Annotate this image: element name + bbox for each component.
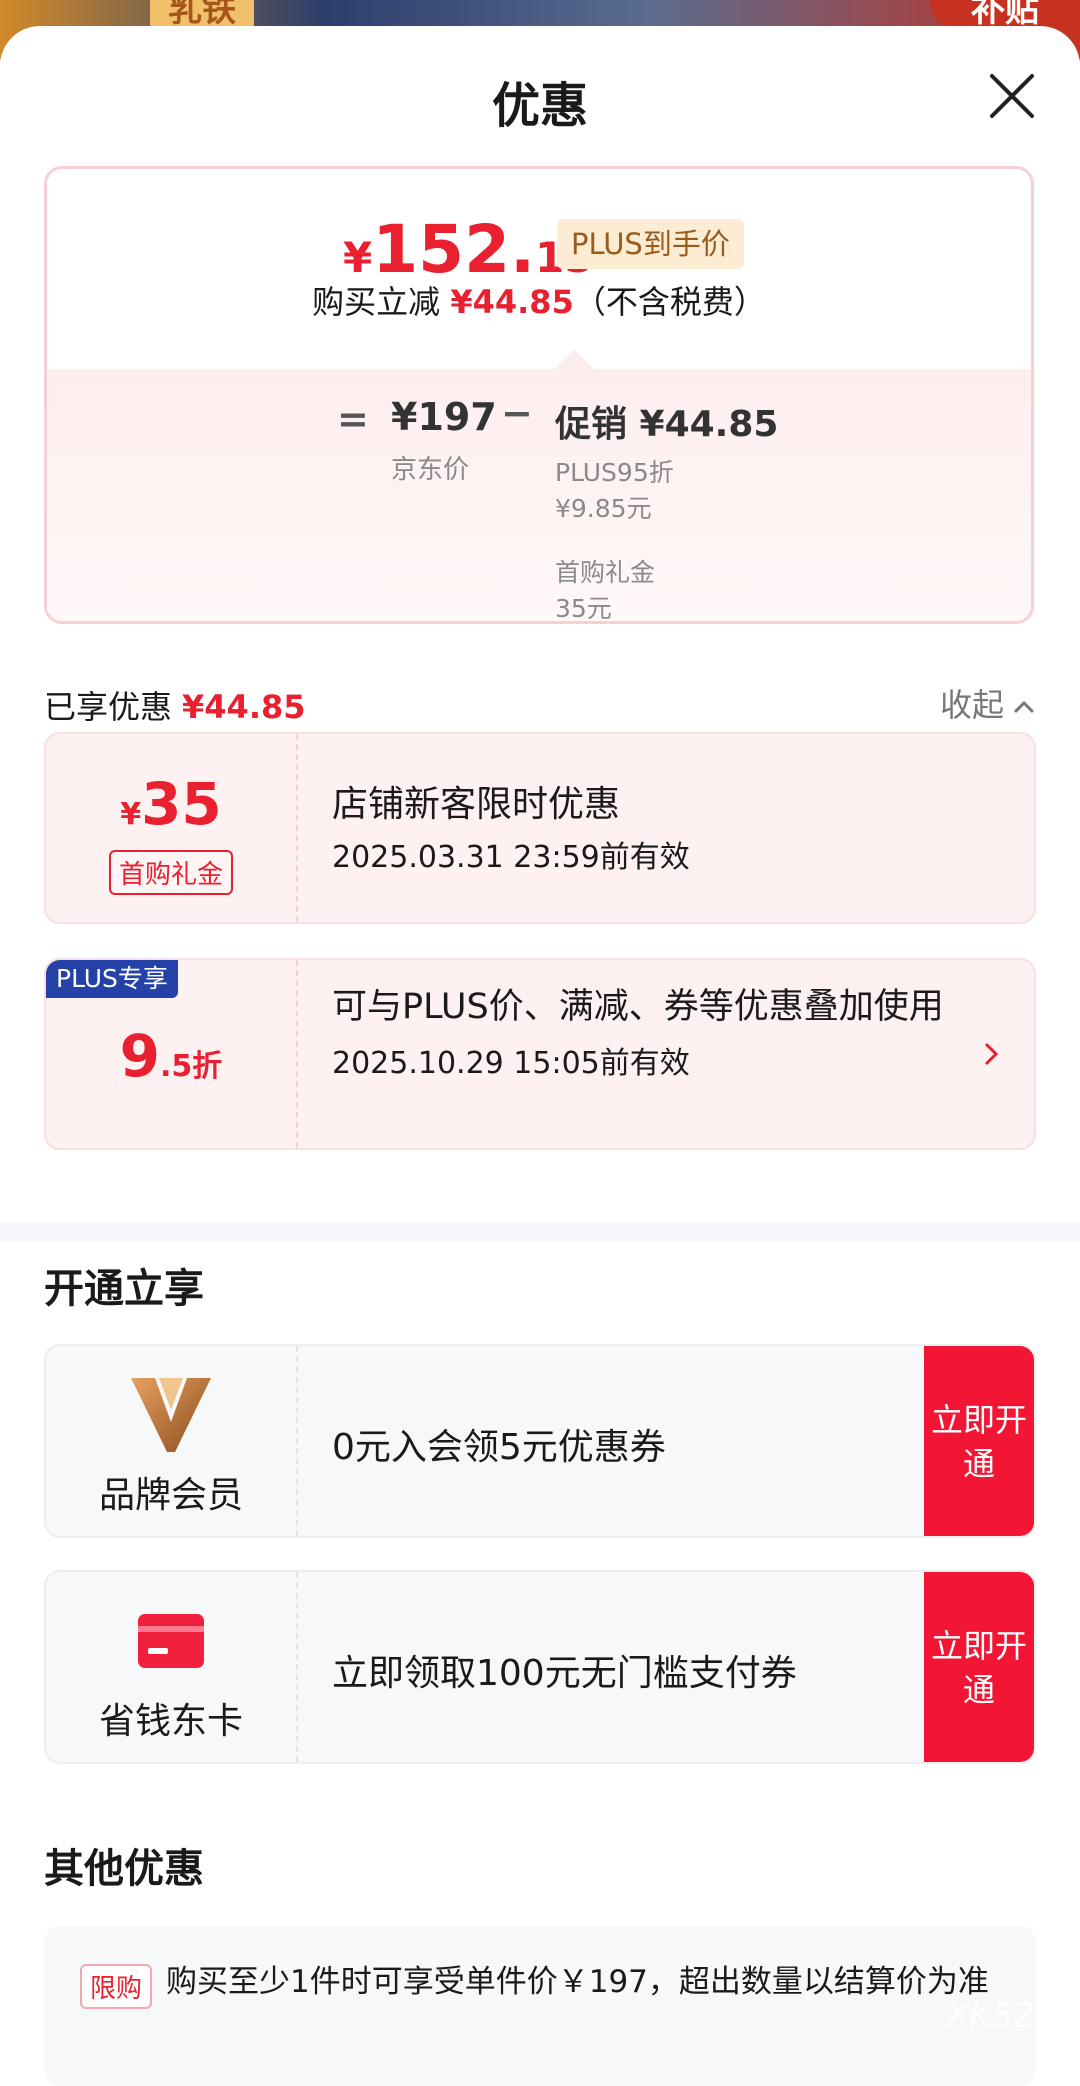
promo-item: ¥9.85元 <box>555 494 652 523</box>
promo-total: 促销 ¥44.85 <box>555 404 779 445</box>
jd-price-label: 京东价 <box>391 455 470 485</box>
member-card-label: 品牌会员 <box>98 1475 243 1516</box>
coupon-date: 2025.10.29 15:05前有效 <box>332 1046 690 1081</box>
open-now-button[interactable]: 立即开通 <box>924 1346 1034 1536</box>
coupon-title: 店铺新客限时优惠 <box>332 784 621 825</box>
coupon-amount: ¥35 <box>120 770 222 838</box>
promo-item: 首购礼金 <box>555 558 656 587</box>
enjoyed-discount: 已享优惠 ¥44.85 <box>44 688 306 726</box>
other-section-title: 其他优惠 <box>44 1846 204 1892</box>
open-now-button[interactable]: 立即开通 <box>924 1572 1034 1762</box>
minus-sign: − <box>501 391 533 435</box>
promo-item: PLUS95折 <box>555 458 674 487</box>
red-card-icon <box>138 1614 204 1668</box>
plus-price-tag: PLUS到手价 <box>557 219 744 269</box>
close-icon[interactable] <box>986 70 1038 122</box>
coupon-date: 2025.03.31 23:59前有效 <box>332 840 690 875</box>
equals-sign: = <box>337 397 369 441</box>
coupon-first-purchase[interactable]: ¥35 首购礼金 店铺新客限时优惠 2025.03.31 23:59前有效 <box>44 732 1036 924</box>
discount-sheet: 优惠 ¥152.15 PLUS到手价 购买立减 ¥44.85（不含税费） = ¥… <box>0 26 1080 2068</box>
discount-rate: 9.5折 <box>119 1022 223 1090</box>
chevron-up-icon <box>1013 700 1035 714</box>
coupon-plus-discount[interactable]: PLUS专享 9.5折 可与PLUS价、满减、券等优惠叠加使用 2025.10.… <box>44 958 1036 1150</box>
chevron-right-icon <box>984 1042 999 1066</box>
brand-v-logo-icon <box>131 1378 211 1452</box>
limit-tag: 限购 <box>80 1964 153 2009</box>
savings-card[interactable]: 省钱东卡 立即领取100元无门槛支付券 立即开通 <box>44 1570 1036 1764</box>
open-section-title: 开通立享 <box>44 1266 204 1312</box>
purchase-limit-notice: 限购 购买至少1件时可享受单件价￥197，超出数量以结算价为准 <box>44 1926 1036 2086</box>
first-gift-tag: 首购礼金 <box>108 850 233 895</box>
coupon-title: 可与PLUS价、满减、券等优惠叠加使用 <box>332 987 944 1027</box>
watermark: XK52 <box>946 1996 1035 2036</box>
instant-reduce-line: 购买立减 ¥44.85（不含税费） <box>312 283 766 321</box>
promo-item: 35元 <box>555 594 612 623</box>
member-card-desc: 立即领取100元无门槛支付券 <box>332 1653 797 1694</box>
brand-member-card[interactable]: 品牌会员 0元入会领5元优惠券 立即开通 <box>44 1344 1036 1538</box>
collapse-button[interactable]: 收起 <box>940 680 1036 726</box>
member-card-desc: 0元入会领5元优惠券 <box>332 1427 666 1468</box>
limit-text: 购买至少1件时可享受单件价￥197，超出数量以结算价为准 <box>166 1964 989 2000</box>
jd-price: ¥197 <box>391 395 497 439</box>
member-card-label: 省钱东卡 <box>98 1701 243 1742</box>
sheet-title: 优惠 <box>491 78 588 134</box>
section-divider <box>0 1222 1080 1242</box>
price-summary-box: ¥152.15 PLUS到手价 购买立减 ¥44.85（不含税费） = ¥197… <box>44 166 1034 624</box>
